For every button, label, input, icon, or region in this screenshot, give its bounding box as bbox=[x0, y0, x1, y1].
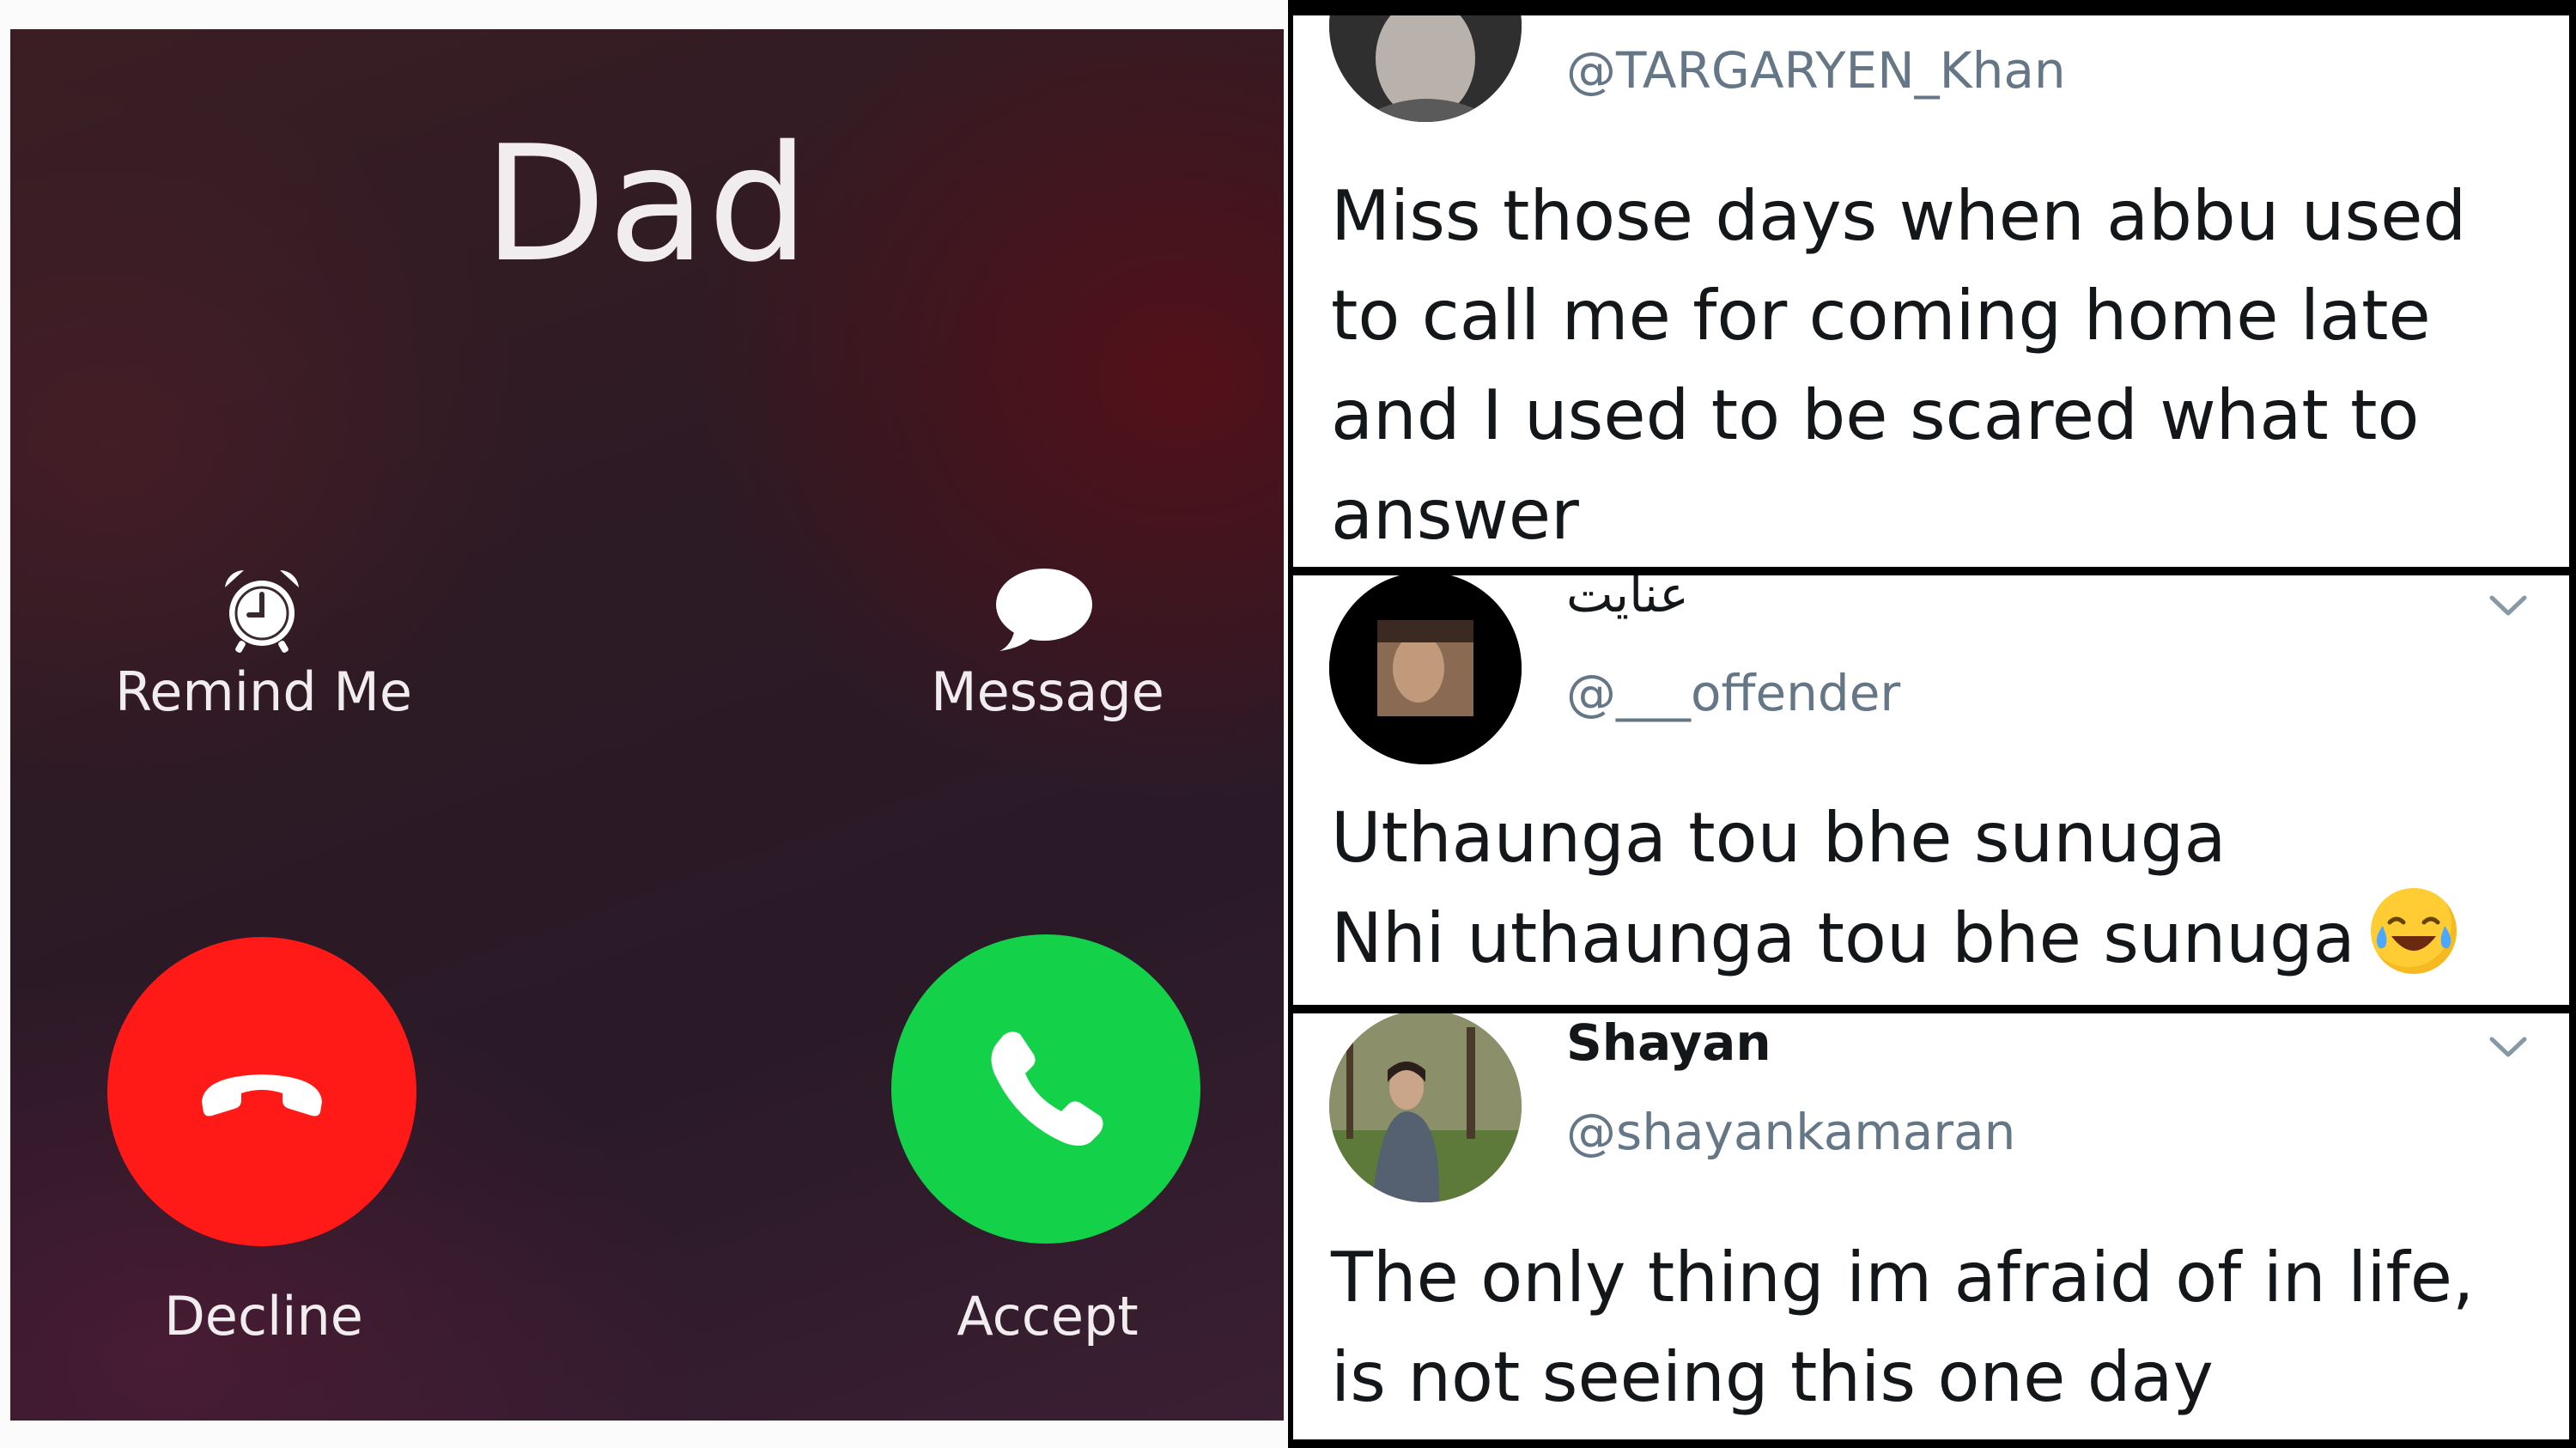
avatar[interactable] bbox=[1329, 575, 1522, 764]
call-screen: Dad Remind Me Message Decline Accept bbox=[10, 29, 1284, 1421]
tweet-text-line: Uthaunga tou bhe sunuga bbox=[1331, 798, 2227, 878]
tweet-text: The only thing im afraid of in life, is … bbox=[1331, 1228, 2474, 1427]
avatar[interactable] bbox=[1329, 1013, 1522, 1202]
tweet-text: Uthaunga tou bhe sunuga Nhi uthaunga tou… bbox=[1331, 788, 2457, 989]
tweet-text-line: Nhi uthaunga tou bhe sunuga bbox=[1331, 888, 2457, 989]
incoming-call-panel: Dad Remind Me Message Decline Accept bbox=[0, 0, 1288, 1448]
tweet-card[interactable]: Shayan @shayankamaran The only thing im … bbox=[1293, 1013, 2569, 1439]
phone-icon bbox=[991, 1031, 1103, 1146]
tears-of-joy-emoji-icon bbox=[2370, 888, 2457, 974]
phone-hangup-icon bbox=[202, 1074, 322, 1116]
tweet-text-line: answer bbox=[1331, 475, 1579, 555]
tweet-card[interactable]: @TARGARYEN_Khan Miss those days when abb… bbox=[1293, 15, 2569, 567]
emoji-face bbox=[2376, 916, 2451, 951]
speech-bubble-icon[interactable] bbox=[989, 562, 1096, 656]
tweet-display-name[interactable]: عنايت bbox=[1566, 575, 1689, 624]
avatar[interactable] bbox=[1329, 15, 1522, 122]
chevron-down-icon[interactable] bbox=[2488, 1034, 2528, 1060]
tweet-text: Miss those days when abbu used to call m… bbox=[1331, 167, 2466, 565]
tweet-handle[interactable]: @shayankamaran bbox=[1566, 1103, 2015, 1161]
profile-photo bbox=[1329, 1013, 1522, 1202]
accept-button[interactable] bbox=[891, 934, 1200, 1244]
decline-label: Decline bbox=[164, 1285, 363, 1348]
decline-button[interactable] bbox=[107, 937, 416, 1246]
accept-label: Accept bbox=[957, 1285, 1139, 1348]
profile-photo bbox=[1329, 575, 1522, 764]
chevron-down-icon[interactable] bbox=[2488, 593, 2528, 618]
message-label[interactable]: Message bbox=[824, 660, 1271, 723]
tweet-text-fragment: Nhi uthaunga tou bhe sunuga bbox=[1331, 898, 2355, 978]
tweet-handle[interactable]: @___offender bbox=[1566, 664, 1900, 722]
tweet-text-line: The only thing im afraid of in life, bbox=[1331, 1238, 2475, 1317]
tweet-card[interactable]: عنايت @___offender Uthaunga tou bhe sunu… bbox=[1293, 575, 2569, 1005]
tweet-text-line: Miss those days when abbu used bbox=[1331, 176, 2467, 256]
remind-me-label[interactable]: Remind Me bbox=[40, 660, 487, 723]
caller-name: Dad bbox=[483, 111, 811, 297]
tweet-display-name[interactable]: Shayan bbox=[1566, 1013, 1771, 1072]
tweet-text-line: and I used to be scared what to bbox=[1331, 375, 2420, 455]
alarm-clock-icon[interactable] bbox=[215, 562, 309, 656]
tweet-text-line: is not seeing this one day bbox=[1331, 1337, 2214, 1417]
tweet-handle[interactable]: @TARGARYEN_Khan bbox=[1566, 41, 2066, 100]
profile-photo bbox=[1329, 15, 1522, 122]
tweet-text-line: to call me for coming home late bbox=[1331, 276, 2431, 356]
